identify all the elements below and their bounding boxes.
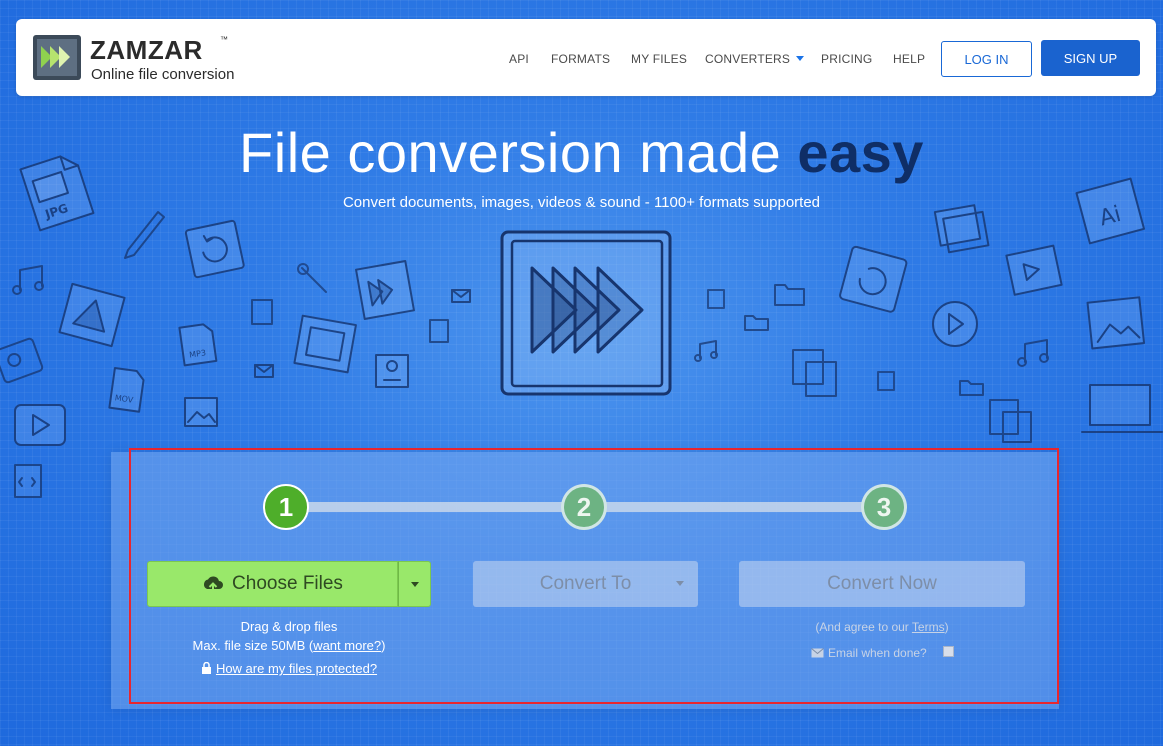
refresh-tile-icon <box>839 245 908 313</box>
refresh-icon <box>184 219 245 279</box>
envelope-doodle-icon-2 <box>254 364 274 378</box>
mov-file-icon: MOV <box>108 366 145 413</box>
choose-files-button[interactable]: Choose Files <box>147 561 398 607</box>
nav-help[interactable]: HELP <box>893 52 925 66</box>
caret-down-icon <box>410 581 419 587</box>
agree-terms-text: (And agree to our Terms) <box>739 620 1025 634</box>
envelope-doodle-icon <box>451 289 471 303</box>
camera-icon <box>0 337 44 384</box>
nav-converters-label: CONVERTERS <box>705 52 791 66</box>
progress-track-1 <box>300 502 580 512</box>
contact-card-icon <box>375 354 409 388</box>
step-1: 1 <box>263 484 309 530</box>
hero-title-main: File conversion made <box>239 121 798 184</box>
nav-pricing[interactable]: PRICING <box>821 52 872 66</box>
terms-link[interactable]: Terms <box>912 620 945 634</box>
caret-down-icon <box>676 581 684 586</box>
progress-track-2 <box>600 502 870 512</box>
convert-to-select[interactable]: Convert To <box>473 561 698 607</box>
lock-icon <box>201 661 211 674</box>
cloud-upload-icon <box>204 576 224 592</box>
nav-converters[interactable]: CONVERTERS <box>705 52 805 66</box>
convert-now-button[interactable]: Convert Now <box>739 561 1025 607</box>
agree-prefix: (And agree to our <box>815 620 912 634</box>
max-file-size: Max. file size 50MB (want more?) <box>192 638 386 653</box>
login-button[interactable]: LOG IN <box>941 41 1032 77</box>
drag-drop-text: Drag & drop files <box>240 619 338 634</box>
hero-subtitle: Convert documents, images, videos & soun… <box>342 194 821 211</box>
zamzar-logo-icon[interactable] <box>32 34 82 81</box>
email-label: Email when done? <box>828 646 927 660</box>
video-play-icon <box>14 404 66 446</box>
nav-my-files[interactable]: MY FILES <box>631 52 687 66</box>
step-3: 3 <box>861 484 907 530</box>
email-checkbox[interactable] <box>943 646 954 657</box>
protected-row: How are my files protected? <box>147 661 431 676</box>
fast-forward-icon <box>500 230 672 396</box>
music-note-right-icon <box>694 339 1049 367</box>
logo-tagline: Online file conversion <box>91 66 235 83</box>
logo-wordmark[interactable]: ZAMZAR <box>90 35 203 66</box>
clipboard-icon <box>792 349 1032 443</box>
pencil-icon <box>124 211 165 259</box>
wrench-icon <box>297 263 327 293</box>
files-protected-link[interactable]: How are my files protected? <box>216 661 377 676</box>
hero-title-emphasis: easy <box>797 121 924 184</box>
signup-button[interactable]: SIGN UP <box>1041 40 1140 76</box>
want-more-link[interactable]: want more? <box>313 638 381 653</box>
nav-api[interactable]: API <box>509 52 529 66</box>
nav-formats[interactable]: FORMATS <box>551 52 610 66</box>
convert-to-label: Convert To <box>539 573 632 594</box>
film-strip-icon <box>293 314 357 374</box>
email-when-done: Email when done? <box>811 646 927 660</box>
choose-files-dropdown[interactable] <box>398 561 431 607</box>
video-file-icon <box>1005 244 1063 296</box>
play-circle-icon <box>932 301 978 347</box>
image-tile-icon <box>184 397 218 427</box>
logo-trademark: ™ <box>220 35 228 44</box>
fast-forward-small-icon <box>355 260 415 320</box>
code-file-icon <box>14 464 42 498</box>
site-header: ZAMZAR ™ Online file conversion API FORM… <box>16 19 1156 96</box>
agree-suffix: ) <box>944 620 949 634</box>
laptop-icon <box>1081 384 1163 433</box>
choose-files-label: Choose Files <box>232 573 343 594</box>
chevron-down-icon <box>796 56 805 61</box>
max-size-text: Max. file size 50MB <box>192 638 306 653</box>
photo-stack-icon <box>933 204 990 254</box>
mp3-file-icon: MP3 <box>178 323 218 367</box>
envelope-icon <box>811 648 824 658</box>
image-frame-icon <box>1086 296 1146 350</box>
play-tile-icon <box>58 282 126 348</box>
hero-title: File conversion made easy <box>0 120 1163 185</box>
step-2: 2 <box>561 484 607 530</box>
music-note-icon <box>12 265 44 295</box>
